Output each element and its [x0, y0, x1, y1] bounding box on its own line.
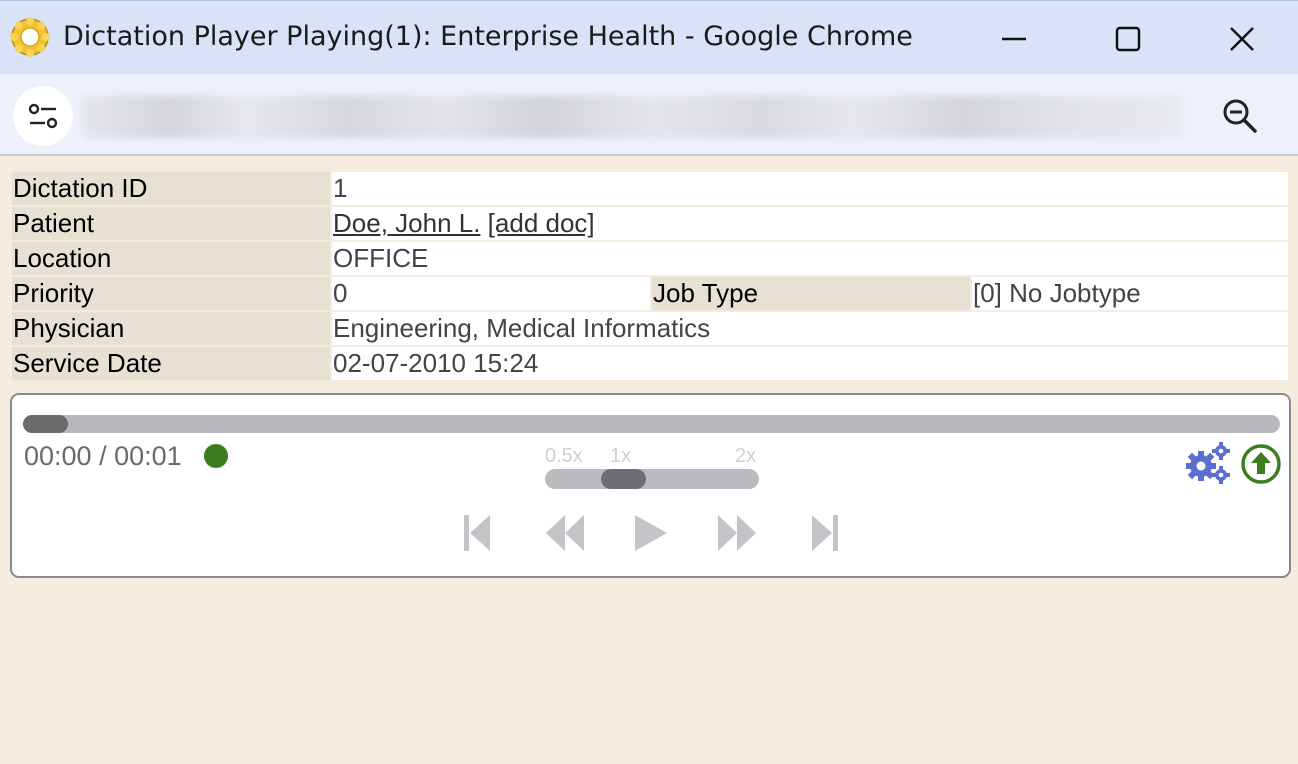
upload-circle-icon [1241, 444, 1281, 484]
speed-label-double: 2x [735, 445, 757, 467]
time-display: 00:00 / 00:01 [24, 441, 182, 471]
skip-to-end-button[interactable] [800, 510, 850, 556]
speed-label-half: 0.5x [545, 445, 583, 467]
fast-forward-icon [718, 515, 756, 551]
maximize-button[interactable] [1098, 15, 1158, 63]
play-button[interactable] [626, 510, 676, 556]
skip-to-start-button[interactable] [452, 510, 502, 556]
tune-icon [28, 103, 58, 129]
upload-button[interactable] [1240, 443, 1282, 485]
dictation-info-table: Dictation ID 1 Patient Doe, John L. [add… [10, 170, 1290, 382]
label-priority: Priority [12, 277, 330, 310]
label-dictation-id: Dictation ID [12, 172, 330, 205]
skip-to-start-icon [464, 515, 490, 551]
zoom-out-icon [1223, 99, 1257, 133]
label-service-date: Service Date [12, 347, 330, 380]
rewind-icon [546, 515, 584, 551]
speed-slider-thumb[interactable] [601, 469, 646, 489]
value-physician: Engineering, Medical Informatics [332, 312, 1288, 345]
value-patient: Doe, John L. [add doc] [332, 207, 1288, 240]
speed-label-normal: 1x [610, 445, 632, 467]
add-doc-link[interactable]: [add doc] [488, 208, 595, 238]
status-indicator [204, 444, 228, 468]
audio-player: 00:00 / 00:01 0.5x 1x 2x [10, 393, 1291, 578]
row-physician: Physician Engineering, Medical Informati… [12, 312, 1288, 345]
label-patient: Patient [12, 207, 330, 240]
window-titlebar: Dictation Player Playing(1): Enterprise … [0, 0, 1298, 74]
gears-icon [1186, 442, 1230, 484]
patient-name-link[interactable]: Doe, John L. [333, 208, 480, 238]
row-service-date: Service Date 02-07-2010 15:24 [12, 347, 1288, 380]
close-button[interactable] [1212, 15, 1272, 63]
speed-slider[interactable] [545, 469, 759, 489]
play-icon [635, 515, 667, 551]
window-title: Dictation Player Playing(1): Enterprise … [63, 21, 913, 52]
value-dictation-id: 1 [332, 172, 1288, 205]
label-job-type: Job Type [652, 277, 970, 310]
maximize-icon [1115, 26, 1141, 52]
fast-forward-button[interactable] [712, 510, 762, 556]
label-location: Location [12, 242, 330, 275]
sun-gear-icon [10, 17, 50, 57]
url-field-blurred[interactable] [82, 96, 1182, 138]
row-dictation-id: Dictation ID 1 [12, 172, 1288, 205]
skip-to-end-icon [812, 515, 838, 551]
address-bar [0, 74, 1298, 156]
label-physician: Physician [12, 312, 330, 345]
zoom-button[interactable] [1212, 92, 1268, 140]
value-job-type: [0] No Jobtype [972, 277, 1288, 310]
value-priority: 0 [332, 277, 650, 310]
row-patient: Patient Doe, John L. [add doc] [12, 207, 1288, 240]
row-location: Location OFFICE [12, 242, 1288, 275]
progress-bar[interactable] [23, 415, 1280, 433]
minimize-button[interactable] [984, 15, 1044, 63]
close-icon [1230, 27, 1254, 51]
progress-fill [23, 415, 68, 433]
minimize-icon [1002, 37, 1026, 41]
speed-labels: 0.5x 1x 2x [545, 445, 761, 467]
value-service-date: 02-07-2010 15:24 [332, 347, 1288, 380]
settings-button[interactable] [1184, 441, 1232, 485]
rewind-button[interactable] [540, 510, 590, 556]
row-priority: Priority 0 Job Type [0] No Jobtype [12, 277, 1288, 310]
value-location: OFFICE [332, 242, 1288, 275]
site-info-button[interactable] [13, 86, 73, 146]
